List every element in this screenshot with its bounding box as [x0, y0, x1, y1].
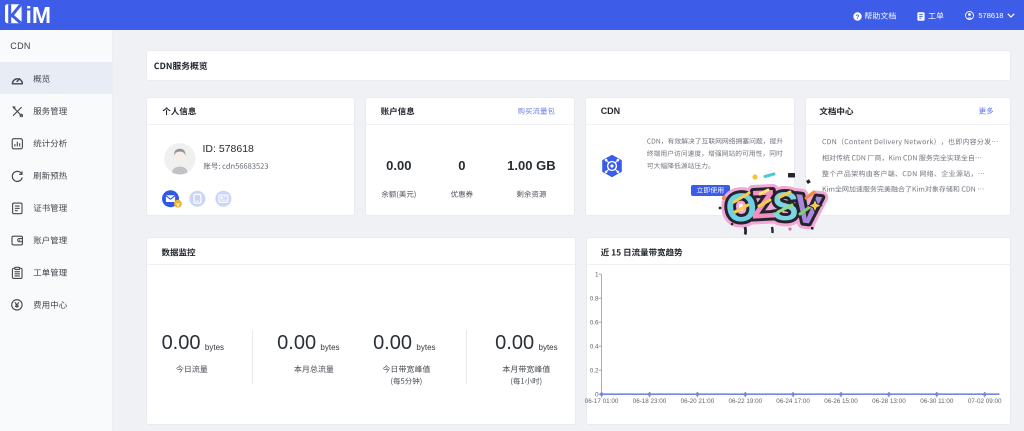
svg-text:0.8: 0.8 — [590, 295, 599, 302]
svg-text:06-22 19:00: 06-22 19:00 — [728, 398, 762, 405]
svg-text:06-18 23:00: 06-18 23:00 — [633, 398, 667, 405]
svg-text:1: 1 — [595, 271, 599, 278]
svg-text:06-26 15:00: 06-26 15:00 — [824, 398, 858, 405]
svg-text:06-17 01:00: 06-17 01:00 — [585, 398, 619, 405]
svg-text:07-02 09:00: 07-02 09:00 — [968, 398, 1002, 405]
svg-text:0.6: 0.6 — [590, 319, 599, 326]
svg-text:iM: iM — [26, 4, 52, 28]
svg-text:?: ? — [855, 13, 859, 20]
svg-text:06-20 21:00: 06-20 21:00 — [681, 398, 715, 405]
svg-text:06-24 17:00: 06-24 17:00 — [776, 398, 810, 405]
svg-text:0.4: 0.4 — [590, 343, 599, 350]
svg-text:06-28 13:00: 06-28 13:00 — [872, 398, 906, 405]
svg-text:06-30 11:00: 06-30 11:00 — [920, 398, 954, 405]
svg-text:0.2: 0.2 — [590, 367, 599, 374]
